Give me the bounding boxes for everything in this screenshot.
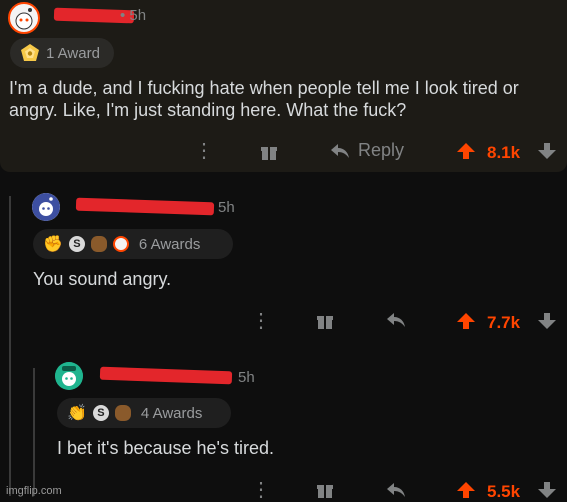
comment-1-more-button[interactable]: ⋮ bbox=[194, 141, 214, 161]
comment-1-reply-label: Reply bbox=[358, 140, 405, 160]
watermark: imgflip.com bbox=[6, 485, 62, 497]
comment-3-reply-button[interactable] bbox=[386, 481, 406, 499]
gift-icon bbox=[317, 485, 333, 498]
award-bear-icon bbox=[90, 236, 107, 252]
snoo-avatar-icon bbox=[15, 8, 33, 30]
comment-1-body-line-1: I'm a dude, and I fucking hate when peop… bbox=[9, 78, 519, 98]
comment-3-gift-button[interactable] bbox=[316, 481, 334, 499]
comment-1-body-line-2: angry. Like, I'm just standing here. Wha… bbox=[9, 100, 407, 120]
more-dots-icon: ⋮ bbox=[251, 310, 271, 332]
comment-1: • 5h 1 Award I'm a dude, and I fucking h… bbox=[0, 0, 567, 172]
gift-icon bbox=[261, 147, 277, 160]
comment-3-more-button[interactable]: ⋮ bbox=[251, 480, 271, 500]
downvote-arrow-icon bbox=[538, 313, 556, 329]
award-bear-icon bbox=[114, 405, 131, 421]
comment-2-more-button[interactable]: ⋮ bbox=[251, 311, 271, 331]
downvote-arrow-icon bbox=[538, 482, 556, 498]
comment-3-avatar[interactable] bbox=[55, 362, 83, 390]
comment-2-body: You sound angry. bbox=[33, 269, 172, 289]
comment-1-timestamp: • 5h bbox=[120, 7, 147, 24]
comment-1-body: I'm a dude, and I fucking hate when peop… bbox=[9, 77, 557, 121]
upvote-arrow-icon bbox=[457, 143, 475, 159]
comment-3-body: I bet it's because he's tired. bbox=[57, 438, 274, 458]
comment-1-vote-count: 8.1k bbox=[487, 143, 521, 162]
comment-3-award-label: 4 Awards bbox=[140, 404, 203, 422]
comment-2-upvote-button[interactable] bbox=[456, 311, 476, 331]
comment-1-gift-button[interactable] bbox=[260, 143, 278, 161]
award-silver-icon: S bbox=[68, 236, 85, 252]
reply-arrow-icon bbox=[387, 313, 405, 327]
thread-line-2[interactable] bbox=[33, 368, 35, 496]
comment-2-award-label: 6 Awards bbox=[138, 235, 201, 253]
award-icon bbox=[21, 44, 39, 61]
comment-1-reply-button[interactable]: Reply bbox=[330, 140, 404, 161]
snoo-avatar-icon bbox=[55, 362, 83, 390]
comment-1-award-label: 1 Award bbox=[46, 44, 100, 62]
more-dots-icon: ⋮ bbox=[194, 140, 214, 162]
comment-3-awards[interactable]: 👏 S 4 Awards bbox=[57, 398, 231, 428]
comment-3-vote-count: 5.5k bbox=[487, 482, 521, 501]
comment-1-avatar[interactable] bbox=[8, 2, 40, 34]
comment-2-gift-button[interactable] bbox=[316, 312, 334, 330]
upvote-arrow-icon bbox=[457, 313, 475, 329]
comment-2-avatar[interactable] bbox=[32, 193, 60, 221]
redacted-username-3 bbox=[99, 366, 233, 385]
award-hands-icon: 👏 bbox=[67, 405, 87, 422]
downvote-arrow-icon bbox=[538, 143, 556, 159]
comment-2-reply-button[interactable] bbox=[386, 311, 406, 329]
award-snoo-icon bbox=[112, 236, 129, 252]
comment-3-upvote-button[interactable] bbox=[456, 480, 476, 500]
comment-2-awards[interactable]: ✊ S 6 Awards bbox=[33, 229, 233, 259]
comment-1-upvote-button[interactable] bbox=[456, 141, 476, 161]
redacted-username-2 bbox=[75, 197, 215, 216]
thread-line-1[interactable] bbox=[9, 196, 11, 496]
comment-2-downvote-button[interactable] bbox=[537, 311, 557, 331]
more-dots-icon: ⋮ bbox=[251, 479, 271, 501]
comment-2-vote-count: 7.7k bbox=[487, 313, 521, 332]
reply-arrow-icon bbox=[331, 143, 349, 158]
upvote-arrow-icon bbox=[457, 482, 475, 498]
comment-1-awards[interactable]: 1 Award bbox=[10, 38, 114, 68]
award-hands-icon: ✊ bbox=[43, 236, 63, 253]
reply-arrow-icon bbox=[387, 483, 405, 497]
comment-3-downvote-button[interactable] bbox=[537, 480, 557, 500]
comment-3-timestamp: 5h bbox=[238, 369, 255, 386]
snoo-avatar-icon bbox=[32, 193, 60, 221]
comment-1-downvote-button[interactable] bbox=[537, 141, 557, 161]
gift-icon bbox=[317, 316, 333, 329]
award-silver-icon: S bbox=[92, 405, 109, 421]
comment-2-timestamp: 5h bbox=[218, 199, 235, 216]
